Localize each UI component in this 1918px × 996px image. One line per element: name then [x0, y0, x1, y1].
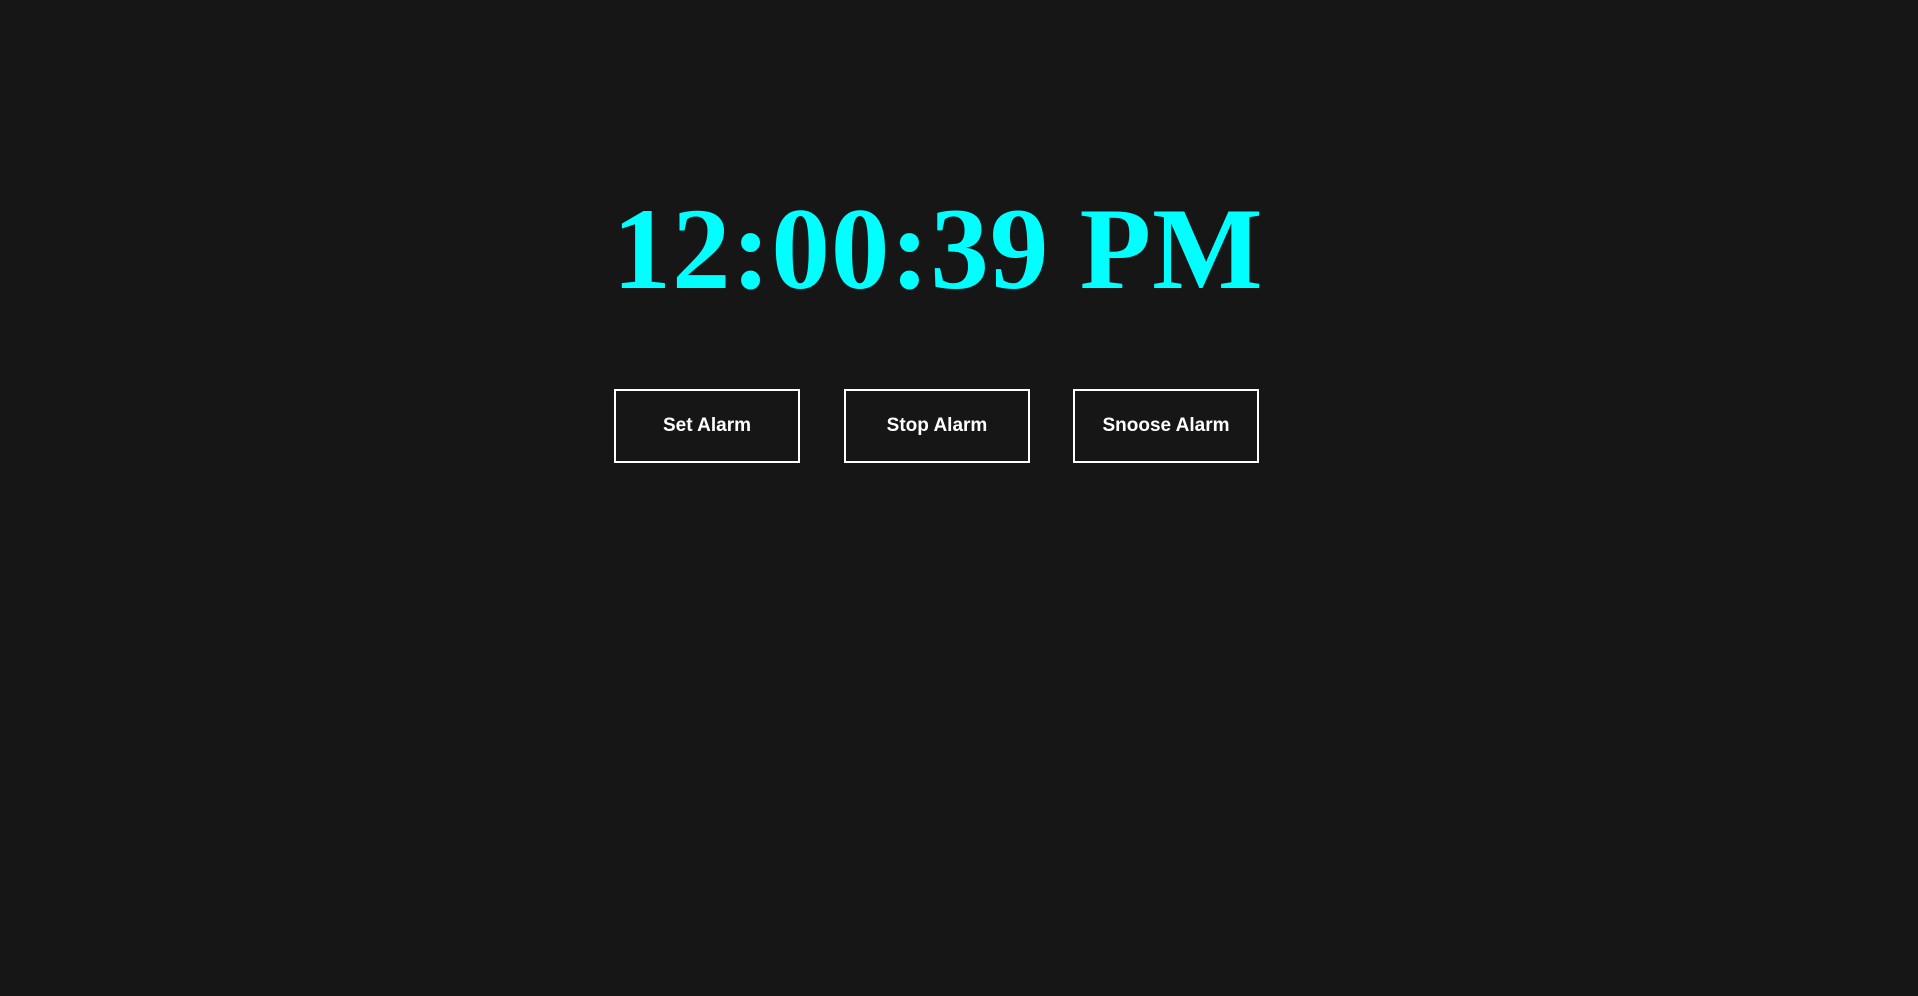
clock-time-display: 12:00:39 PM: [612, 185, 1264, 314]
snooze-alarm-button[interactable]: Snoose Alarm: [1073, 389, 1259, 463]
alarm-clock-page: 12:00:39 PM Set Alarm Stop Alarm Snoose …: [0, 0, 1918, 996]
set-alarm-button[interactable]: Set Alarm: [614, 389, 800, 463]
stop-alarm-button[interactable]: Stop Alarm: [844, 389, 1030, 463]
